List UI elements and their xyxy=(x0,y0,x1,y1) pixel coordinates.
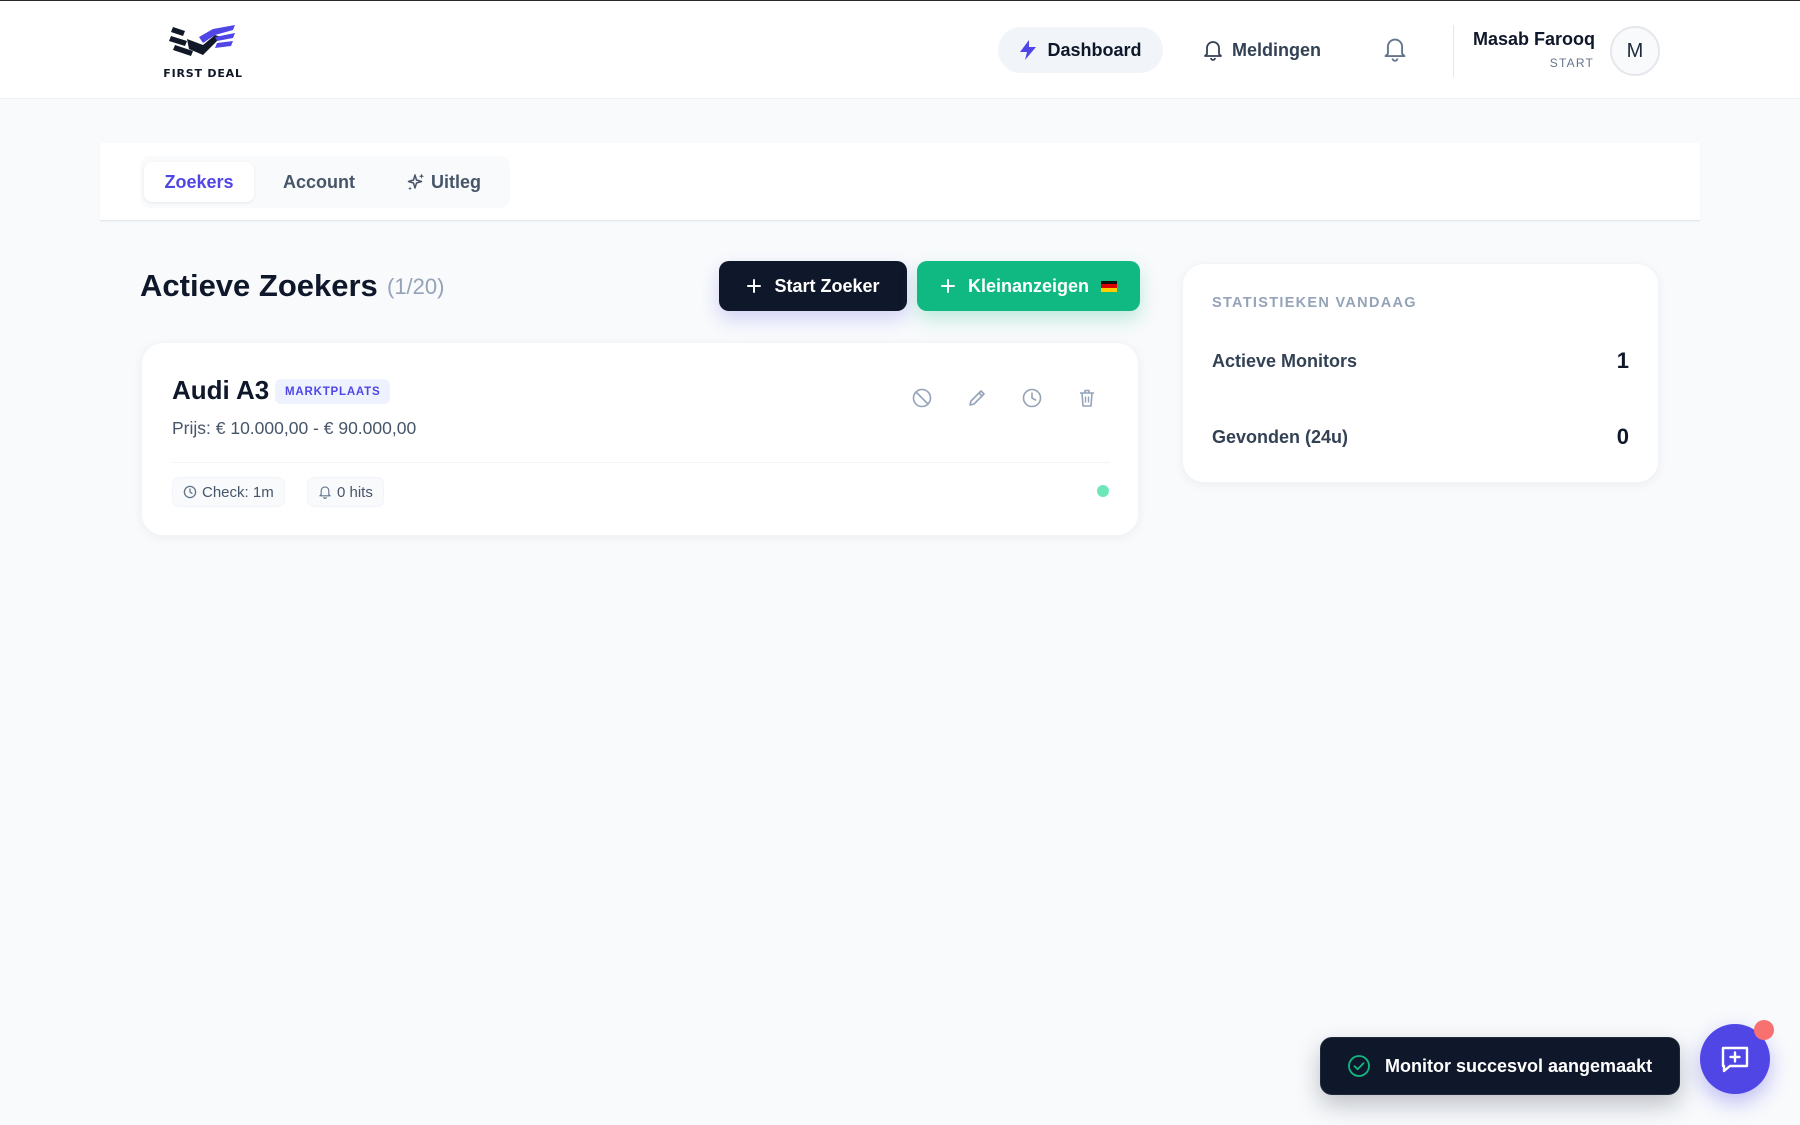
sparkles-icon xyxy=(407,173,425,191)
pause-monitor-button[interactable] xyxy=(907,383,937,413)
plus-icon xyxy=(747,279,762,293)
start-zoeker-button[interactable]: Start Zoeker xyxy=(719,261,907,311)
monitor-card[interactable]: Audi A3 MARKTPLAATS Prijs: € 10.000,00 -… xyxy=(141,342,1139,536)
notification-dot xyxy=(1754,1020,1774,1040)
monitor-count: (1/20) xyxy=(387,274,445,299)
top-header: FIRST DEAL Dashboard Meldingen Masab Far… xyxy=(0,1,1800,99)
bell-icon xyxy=(1204,41,1222,61)
tabs-group: Zoekers Account Uitleg xyxy=(140,156,510,208)
plus-icon xyxy=(940,279,955,293)
bell-icon xyxy=(1384,38,1406,62)
nav-dashboard[interactable]: Dashboard xyxy=(998,27,1163,73)
chat-plus-icon xyxy=(1721,1046,1749,1073)
stats-heading: STATISTIEKEN VANDAAG xyxy=(1212,295,1417,311)
delete-monitor-button[interactable] xyxy=(1072,383,1102,413)
tabs-bar: Zoekers Account Uitleg xyxy=(100,143,1700,221)
active-status-dot xyxy=(1097,485,1109,497)
check-circle-icon xyxy=(1348,1055,1370,1077)
logo-text: FIRST DEAL xyxy=(163,67,243,80)
start-zoeker-label: Start Zoeker xyxy=(774,275,880,296)
stats-label-active-monitors: Actieve Monitors xyxy=(1212,351,1358,371)
stats-card: STATISTIEKEN VANDAAG Actieve Monitors 1 … xyxy=(1182,263,1659,483)
nav-meldingen[interactable]: Meldingen xyxy=(1203,27,1333,73)
handshake-logo-icon xyxy=(169,25,235,56)
page-title: Actieve Zoekers xyxy=(140,268,378,303)
toast-message: Monitor succesvol aangemaakt xyxy=(1385,1055,1653,1076)
tab-zoekers[interactable]: Zoekers xyxy=(144,162,254,202)
notifications-bell-button[interactable] xyxy=(1380,34,1410,64)
stats-value-active-monitors: 1 xyxy=(1616,348,1629,373)
edit-icon xyxy=(969,390,985,406)
history-monitor-button[interactable] xyxy=(1017,383,1047,413)
tab-uitleg-label: Uitleg xyxy=(431,171,482,192)
german-flag-icon xyxy=(1101,280,1118,292)
avatar[interactable]: M xyxy=(1610,26,1660,76)
stats-label-gevonden: Gevonden (24u) xyxy=(1212,427,1349,447)
user-plan: START xyxy=(1549,56,1594,70)
check-interval-label: Check: 1m xyxy=(202,483,274,501)
nav-meldingen-label: Meldingen xyxy=(1232,39,1321,60)
monitor-divider xyxy=(172,462,1110,463)
lightning-icon xyxy=(1020,40,1037,60)
ban-icon xyxy=(912,388,932,408)
hits-label: 0 hits xyxy=(337,483,373,501)
clock-icon xyxy=(1022,388,1042,408)
stats-value-gevonden: 0 xyxy=(1616,424,1629,449)
clock-icon xyxy=(183,485,197,499)
trash-icon xyxy=(1080,389,1094,407)
edit-monitor-button[interactable] xyxy=(962,383,992,413)
kleinanzeigen-button[interactable]: Kleinanzeigen xyxy=(917,261,1140,311)
tab-account[interactable]: Account xyxy=(264,162,374,202)
header-divider xyxy=(1453,25,1454,77)
monitor-price: Prijs: € 10.000,00 - € 90.000,00 xyxy=(172,418,417,438)
success-toast: Monitor succesvol aangemaakt xyxy=(1320,1037,1680,1095)
first-deal-logo[interactable]: FIRST DEAL xyxy=(158,23,248,81)
check-interval-chip: Check: 1m xyxy=(172,477,285,507)
kleinanzeigen-label: Kleinanzeigen xyxy=(967,275,1090,296)
source-badge: MARKTPLAATS xyxy=(275,379,391,404)
monitor-title: Audi A3 xyxy=(172,375,270,405)
tab-uitleg[interactable]: Uitleg xyxy=(406,162,506,202)
bell-icon xyxy=(319,486,331,499)
hits-chip: 0 hits xyxy=(307,477,384,507)
nav-dashboard-label: Dashboard xyxy=(1047,39,1142,60)
user-name: Masab Farooq xyxy=(1472,29,1595,49)
